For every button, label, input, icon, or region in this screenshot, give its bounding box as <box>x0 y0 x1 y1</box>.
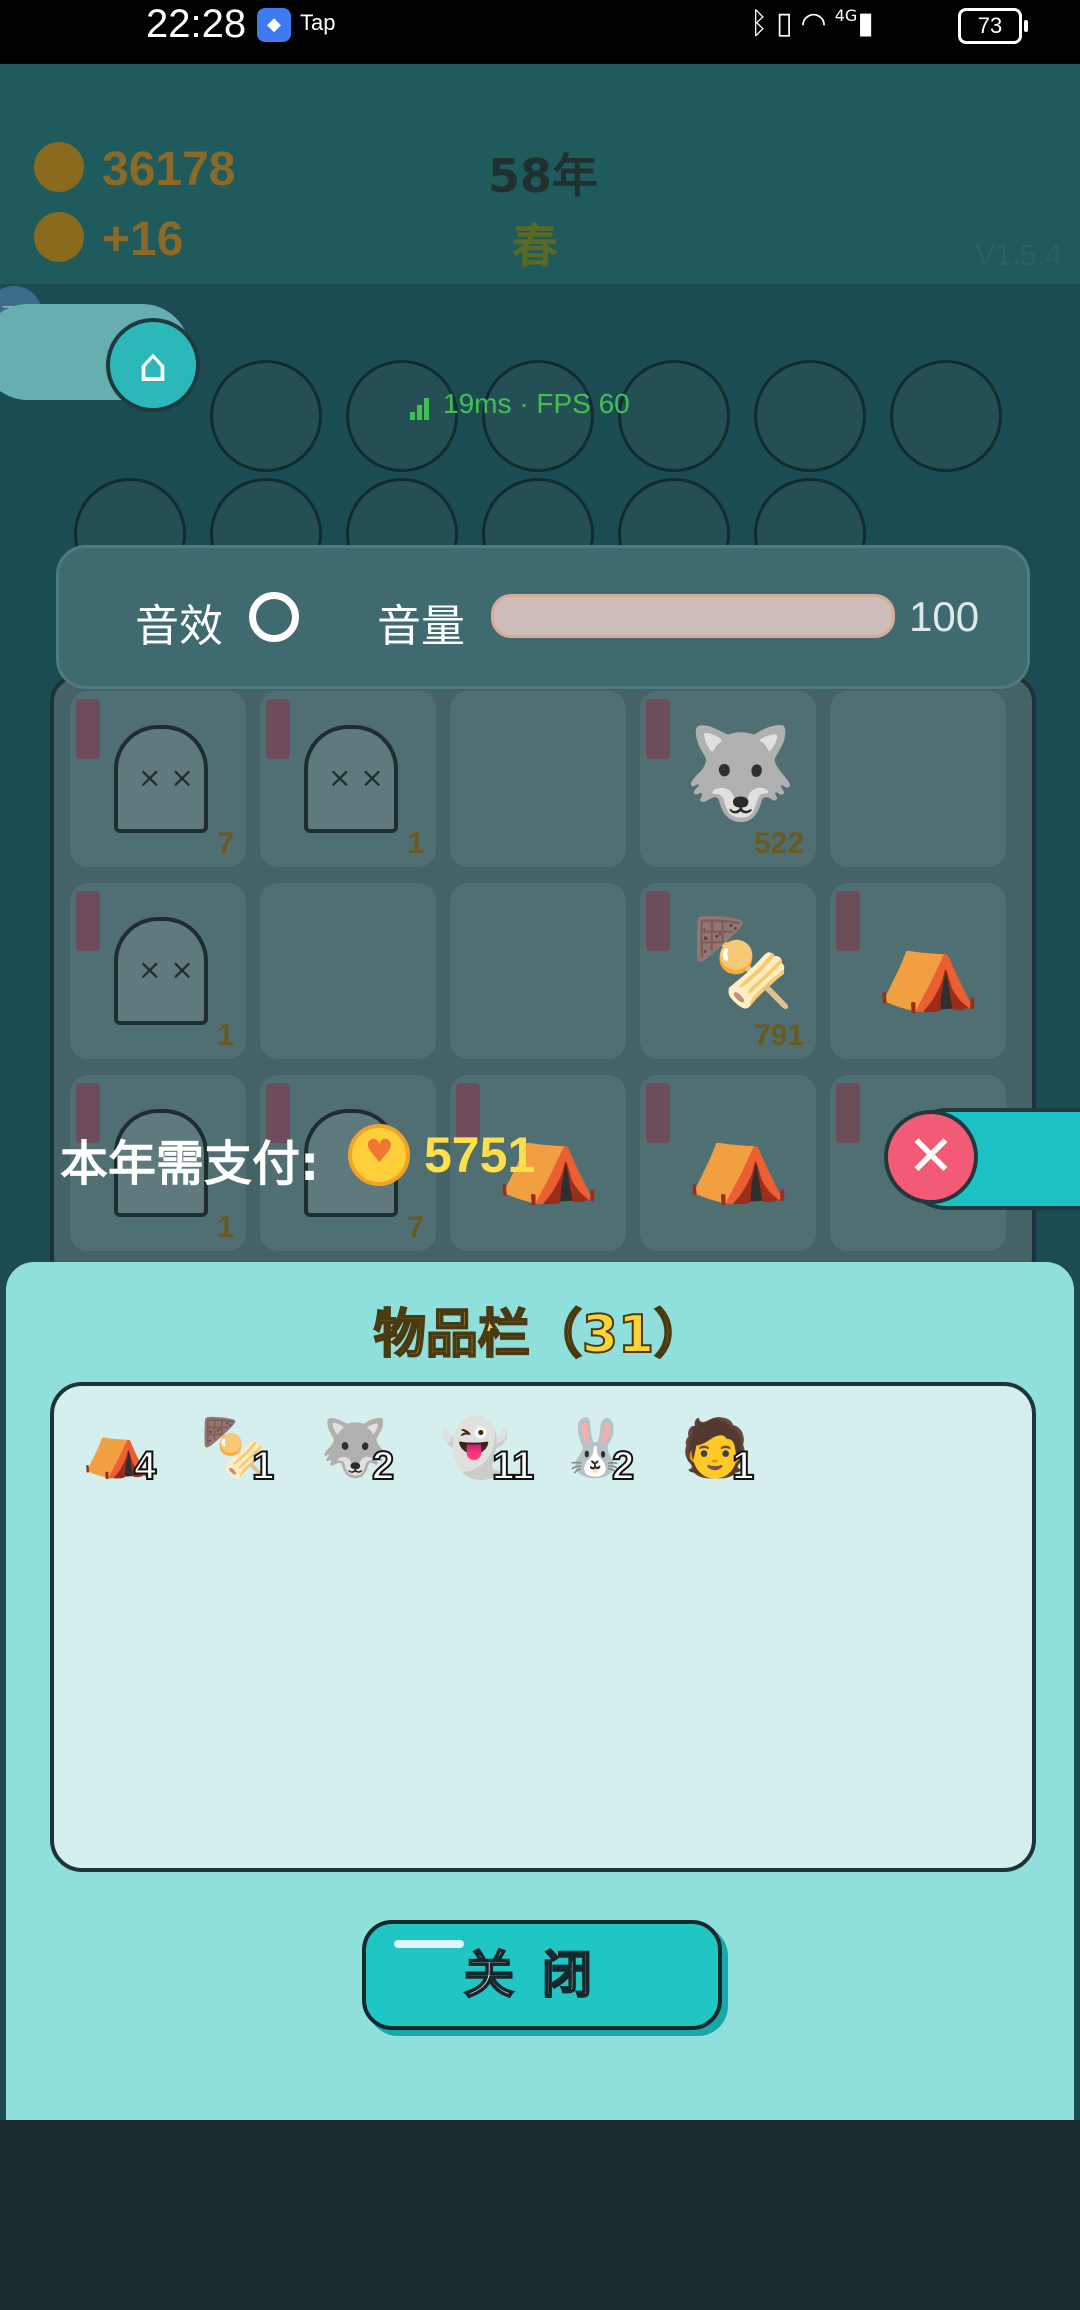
coin-icon <box>34 142 84 192</box>
yearly-payment-label: 本年需支付: <box>60 1136 320 1192</box>
husky-king-icon: 🐺 <box>684 721 797 826</box>
fps-signal-icon <box>410 396 430 420</box>
cell-count: 1 <box>217 1019 234 1052</box>
ghost-face-icon: × × <box>138 761 194 794</box>
board-cell: ⛺ <box>640 1075 816 1251</box>
board-cell: × × 1 <box>260 691 436 867</box>
inventory-item-count: 4 <box>133 1443 157 1489</box>
signal-icon: ▮ <box>857 6 882 41</box>
sfx-toggle[interactable] <box>249 592 299 642</box>
button-shine <box>394 1940 464 1948</box>
hud-coins: 36178 <box>102 143 236 196</box>
cell-tag <box>646 1083 670 1143</box>
volume-value: 100 <box>909 593 980 640</box>
refresh-tool-icon <box>210 360 322 472</box>
board-cell <box>830 691 1006 867</box>
status-icons: ᛒ▯◠4G▮ <box>750 6 882 41</box>
inventory-title: 物品栏（31） <box>373 1304 707 1366</box>
bluetooth-icon: ᛒ <box>750 6 776 41</box>
cell-count: 522 <box>753 827 804 860</box>
cell-tag <box>646 699 670 759</box>
pump-tool-icon <box>618 360 730 472</box>
inventory-item[interactable]: 🐺 2 <box>314 1404 424 1504</box>
ghost-face-icon: × × <box>328 761 384 794</box>
inventory-item-count: 2 <box>611 1443 635 1489</box>
sfx-label: 音效 <box>135 601 223 652</box>
volume-label: 音量 <box>377 601 465 652</box>
cell-tag <box>76 891 100 951</box>
cancel-x-button[interactable]: ✕ <box>884 1110 978 1204</box>
cell-tag <box>836 891 860 951</box>
inventory-grid: ⛺ 4 🍢 1 🐺 2 👻 11 🐰 2 🧑 1 <box>50 1382 1036 1872</box>
top-hud: 36178 +16 58年 春 V1.5.4 <box>0 64 1080 284</box>
hud-season: 春 <box>512 219 558 273</box>
status-app-label: Tap <box>300 10 336 35</box>
wifi-icon: ◠ <box>800 6 835 41</box>
close-button-label: 关闭 <box>463 1945 620 2005</box>
close-button[interactable]: 关闭 <box>362 1920 722 2030</box>
fps-label: 19ms · FPS 60 <box>443 388 630 419</box>
inventory-item[interactable]: 🧑 1 <box>674 1404 784 1504</box>
board-cell <box>260 883 436 1059</box>
hud-income: +16 <box>102 213 184 266</box>
cell-tag <box>646 891 670 951</box>
board-cell: × × 7 <box>70 691 246 867</box>
ghost-face-icon: × × <box>138 953 194 986</box>
inventory-item[interactable]: 🐰 2 <box>554 1404 664 1504</box>
volume-slider[interactable] <box>491 594 895 638</box>
cell-count: 7 <box>217 827 234 860</box>
bottom-area <box>0 2120 1080 2310</box>
inventory-item-count: 11 <box>491 1443 535 1489</box>
board-cell: ⛺ <box>830 883 1006 1059</box>
inventory-item[interactable]: 👻 11 <box>434 1404 544 1504</box>
cell-count: 7 <box>407 1211 424 1244</box>
tap-app-icon: ◆ <box>257 8 291 42</box>
cell-tag <box>836 1083 860 1143</box>
vibrate-icon: ▯ <box>776 6 801 41</box>
inventory-sheet: 物品栏（31） ⛺ 4 🍢 1 🐺 2 👻 11 🐰 2 🧑 1 关闭 <box>6 1262 1074 2120</box>
inventory-item-count: 2 <box>371 1443 395 1489</box>
battery-icon: 73 <box>958 8 1028 44</box>
lantern-tent-icon: ⛺ <box>876 917 981 1015</box>
inventory-item[interactable]: 🍢 1 <box>194 1404 304 1504</box>
snake-skewer-icon: 🍢 <box>690 913 795 1011</box>
board-cell <box>450 691 626 867</box>
cell-tag <box>266 699 290 759</box>
cell-count: 1 <box>407 827 424 860</box>
board-cell: × × 1 <box>70 883 246 1059</box>
income-coin-icon <box>34 212 84 262</box>
cell-count: 791 <box>753 1019 804 1052</box>
board-cell: 🍢 791 <box>640 883 816 1059</box>
inventory-item[interactable]: ⛺ 4 <box>76 1404 186 1504</box>
heart-coin-icon <box>348 1124 410 1186</box>
inventory-item-count: 1 <box>251 1443 275 1489</box>
hud-year: 58年 <box>488 149 599 203</box>
inventory-item-count: 1 <box>731 1443 755 1489</box>
home-button[interactable]: ⌂ <box>106 318 200 412</box>
hud-version: V1.5.4 <box>975 239 1062 272</box>
skip-tool-icon <box>346 360 458 472</box>
status-time: 22:28 <box>146 2 247 46</box>
lantern-tent-icon: ⛺ <box>686 1109 791 1207</box>
skirt-tool-icon <box>890 360 1002 472</box>
yearly-payment-amount: 5751 <box>424 1127 536 1183</box>
board-cell <box>450 883 626 1059</box>
board-cell: 🐺 522 <box>640 691 816 867</box>
delete-tool-icon <box>754 360 866 472</box>
cell-count: 1 <box>217 1211 234 1244</box>
settings-panel: 音效 音量 100 <box>56 545 1030 689</box>
cell-tag <box>76 699 100 759</box>
status-bar: 22:28 ◆ Tap ᛒ▯◠4G▮ 73 <box>0 0 1080 64</box>
network-type-label: 4G <box>834 6 858 25</box>
